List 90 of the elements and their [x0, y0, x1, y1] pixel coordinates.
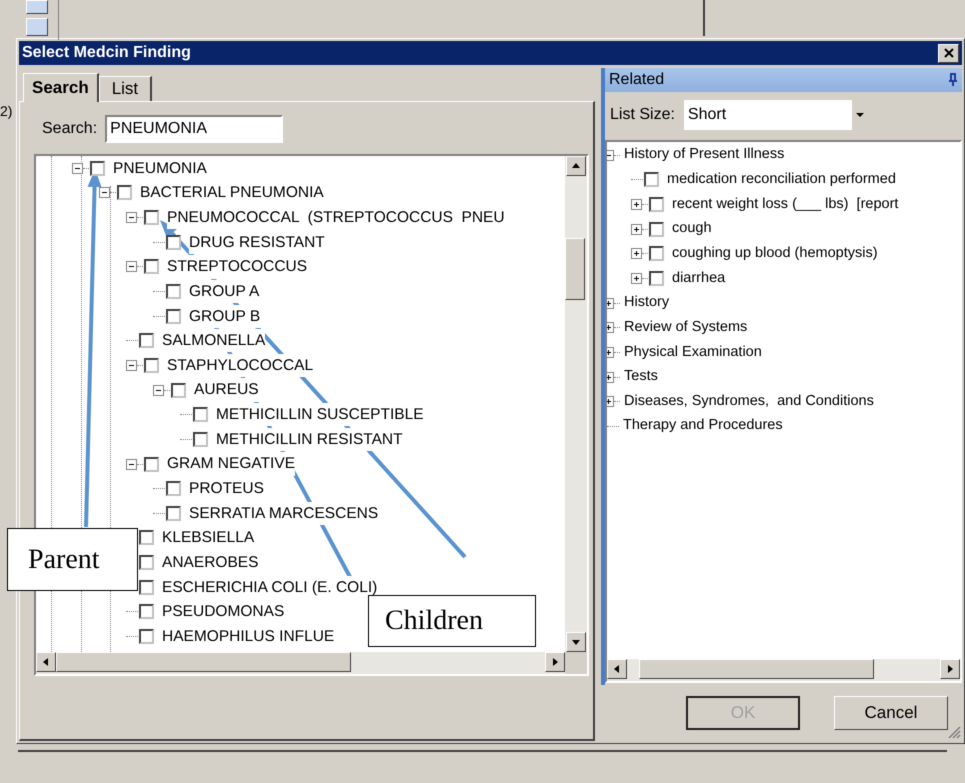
expand-icon[interactable]: [631, 248, 642, 260]
tab[interactable]: Search: [23, 73, 99, 102]
scrollbar-corner: [565, 652, 587, 674]
scroll-arrow-button[interactable]: [607, 659, 627, 679]
checkbox[interactable]: [644, 172, 659, 188]
resize-grip-icon[interactable]: [947, 725, 961, 739]
checkbox[interactable]: [139, 555, 154, 570]
expand-icon[interactable]: [631, 199, 642, 210]
toolbar-icon[interactable]: [26, 18, 48, 36]
triangle-icon: [571, 637, 581, 647]
window-title: Select Medcin Finding: [22, 43, 191, 63]
checkbox[interactable]: [139, 333, 154, 348]
collapse-icon[interactable]: [72, 162, 83, 174]
pin-icon[interactable]: [948, 73, 958, 87]
tree-item-label[interactable]: AUREUS: [194, 378, 259, 402]
checkbox[interactable]: [649, 197, 664, 212]
tree-item-label[interactable]: STAPHYLOCOCCAL: [167, 354, 314, 378]
panel-title: Related: [609, 70, 664, 90]
scroll-arrow-button[interactable]: [940, 659, 960, 679]
checkbox[interactable]: [193, 432, 208, 447]
search-label: Search:: [42, 118, 98, 138]
checkbox[interactable]: [144, 456, 159, 472]
annotation-label: Children: [368, 595, 536, 647]
triangle-icon: [41, 657, 51, 667]
checkbox[interactable]: [166, 308, 181, 324]
tree-item-label[interactable]: METHICILLIN SUSCEPTIBLE: [216, 403, 424, 426]
checkbox[interactable]: [649, 222, 664, 237]
collapse-icon[interactable]: [153, 384, 164, 396]
scroll-arrow-button[interactable]: [36, 652, 56, 672]
collapse-icon[interactable]: [126, 458, 137, 470]
toolbar-icon[interactable]: [26, 0, 48, 14]
expand-icon[interactable]: [607, 372, 614, 383]
checkbox[interactable]: [117, 185, 132, 200]
close-button[interactable]: [938, 44, 959, 62]
vertical-scrollbar[interactable]: [565, 156, 587, 652]
expand-icon[interactable]: [607, 298, 614, 309]
checkbox[interactable]: [139, 628, 154, 644]
collapse-icon[interactable]: [99, 187, 110, 198]
tree-item-label[interactable]: SALMONELLA: [162, 329, 266, 352]
list-size-dropdown[interactable]: Short: [682, 99, 869, 131]
triangle-icon: [945, 664, 955, 674]
expand-icon[interactable]: [631, 224, 642, 235]
checkbox[interactable]: [166, 506, 181, 521]
close-icon: [944, 48, 954, 58]
checkbox[interactable]: [171, 382, 186, 398]
checkbox[interactable]: [193, 407, 208, 422]
collapse-icon[interactable]: [126, 261, 137, 272]
checkbox[interactable]: [139, 530, 154, 546]
checkbox[interactable]: [166, 284, 181, 300]
checkbox[interactable]: [649, 271, 664, 286]
tree-item-label[interactable]: GROUP A: [189, 280, 260, 304]
tree-item-label[interactable]: METHICILLIN RESISTANT: [216, 428, 403, 451]
scrollbar-thumb[interactable]: [56, 652, 351, 672]
triangle-icon: [550, 657, 560, 667]
expand-icon[interactable]: [607, 322, 614, 334]
tree-item-label[interactable]: GROUP B: [189, 304, 260, 328]
checkbox[interactable]: [166, 481, 181, 496]
checkbox[interactable]: [649, 246, 664, 262]
search-field[interactable]: PNEUMONIA: [105, 114, 284, 142]
collapse-icon[interactable]: [607, 150, 614, 161]
checkbox[interactable]: [166, 234, 181, 250]
collapse-icon[interactable]: [126, 360, 137, 371]
cancel-button[interactable]: Cancel: [834, 696, 948, 730]
checkbox[interactable]: [90, 160, 105, 176]
checkbox[interactable]: [144, 358, 159, 373]
scrollbar-thumb[interactable]: [565, 238, 585, 300]
horizontal-scrollbar[interactable]: [36, 652, 565, 674]
scroll-arrow-button[interactable]: [566, 632, 586, 652]
tree-item-label[interactable]: SERRATIA MARCESCENS: [189, 502, 378, 525]
expand-icon[interactable]: [607, 396, 614, 408]
horizontal-scrollbar[interactable]: [607, 659, 960, 681]
expand-icon[interactable]: [631, 273, 642, 284]
expand-icon[interactable]: [607, 346, 614, 358]
checkbox[interactable]: [139, 580, 154, 595]
annotation-label: Parent: [7, 528, 138, 591]
dropdown-caret-icon: [856, 112, 864, 118]
scroll-arrow-button[interactable]: [545, 652, 565, 672]
checkbox[interactable]: [144, 210, 159, 226]
list-size-label: List Size:: [610, 105, 675, 125]
checkbox[interactable]: [139, 604, 154, 620]
scroll-arrow-button[interactable]: [566, 156, 586, 176]
tab[interactable]: List: [98, 76, 152, 101]
triangle-icon: [571, 161, 581, 171]
tree-item-label[interactable]: STREPTOCOCCUS: [167, 255, 308, 278]
triangle-icon: [612, 664, 622, 674]
collapse-icon[interactable]: [126, 212, 137, 224]
tree-item-label[interactable]: GRAM NEGATIVE: [167, 452, 296, 476]
checkbox[interactable]: [144, 259, 159, 274]
scrollbar-thumb[interactable]: [639, 659, 874, 679]
background-text: 2): [0, 102, 12, 121]
